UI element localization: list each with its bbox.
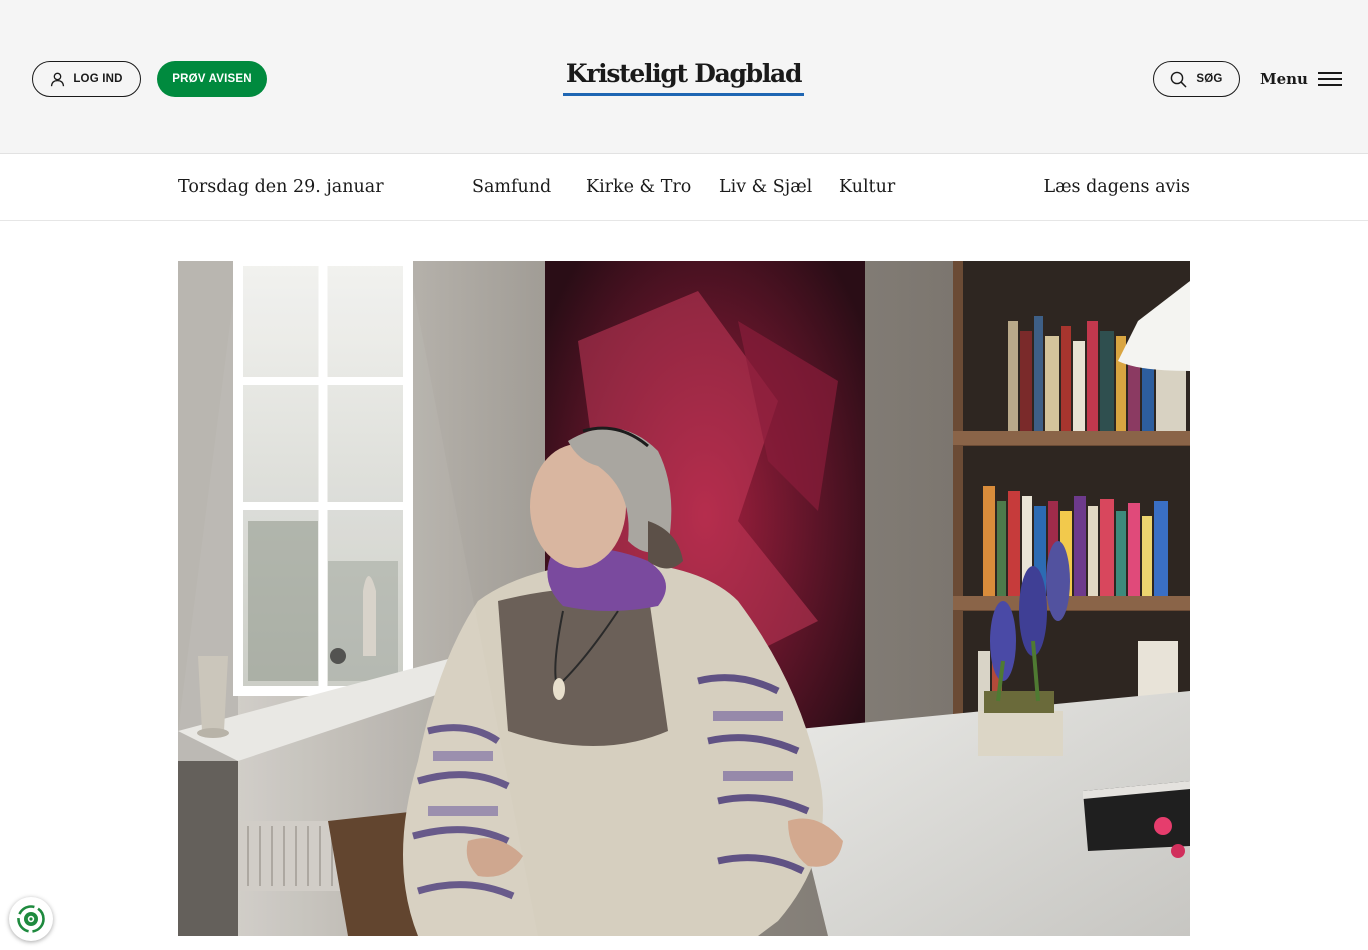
section-nav: Torsdag den 29. januar Samfund Kirke & T… bbox=[0, 154, 1368, 221]
nav-link-kirke-tro[interactable]: Kirke & Tro bbox=[586, 174, 691, 200]
article-hero-image bbox=[178, 261, 1190, 936]
site-header: LOG IND PRØV AVISEN Kristeligt Dagblad S… bbox=[0, 0, 1368, 154]
logo-underline bbox=[563, 93, 804, 96]
current-date: Torsdag den 29. januar bbox=[178, 177, 384, 197]
login-label: LOG IND bbox=[73, 73, 123, 85]
nav-link-liv-sjael[interactable]: Liv & Sjæl bbox=[719, 174, 812, 200]
nav-link-samfund[interactable]: Samfund bbox=[472, 174, 551, 200]
read-todays-paper-link[interactable]: Læs dagens avis bbox=[1043, 174, 1190, 200]
search-icon bbox=[1170, 71, 1187, 88]
menu-button[interactable]: Menu bbox=[1260, 66, 1342, 92]
menu-label: Menu bbox=[1260, 70, 1308, 88]
search-label: SØG bbox=[1196, 73, 1223, 85]
cookie-consent-button[interactable] bbox=[9, 897, 53, 941]
try-newspaper-button[interactable]: PRØV AVISEN bbox=[157, 61, 267, 97]
hamburger-icon bbox=[1317, 72, 1342, 86]
search-button[interactable]: SØG bbox=[1153, 61, 1240, 97]
user-icon bbox=[50, 72, 65, 87]
login-button[interactable]: LOG IND bbox=[32, 61, 141, 97]
nav-link-kultur[interactable]: Kultur bbox=[839, 174, 895, 200]
logo-text: Kristeligt Dagblad bbox=[565, 59, 803, 88]
cookie-consent-icon bbox=[16, 904, 46, 934]
site-logo[interactable]: Kristeligt Dagblad bbox=[563, 58, 804, 98]
